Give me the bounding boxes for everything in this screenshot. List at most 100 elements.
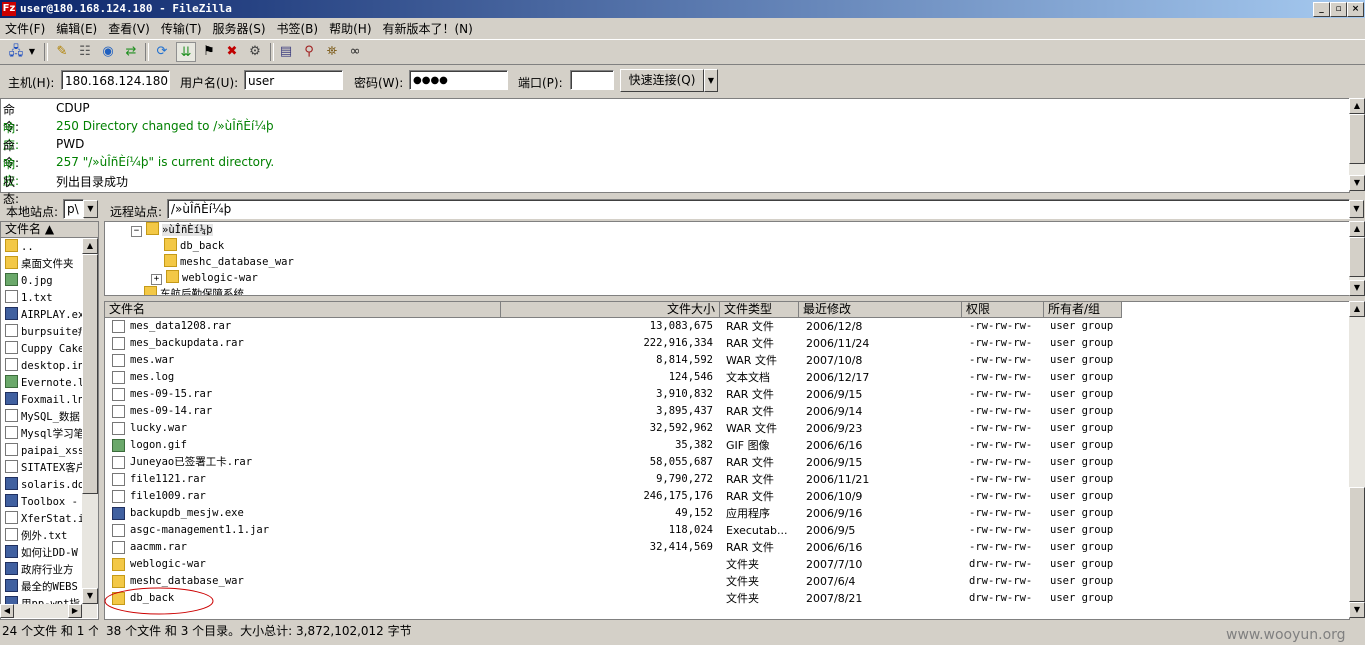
remote-file-row[interactable]: mes_data1208.rar 13,083,675 RAR 文件 2006/12/… [106, 318, 1348, 335]
remote-col-header-4[interactable]: 权限 [962, 302, 1044, 318]
username-input[interactable]: user [244, 70, 343, 90]
local-list-item[interactable]: 桌面文件夹 [5, 256, 74, 273]
close-button[interactable]: × [1347, 2, 1364, 17]
local-list-item[interactable]: AIRPLAY.exe [5, 307, 91, 324]
tree-expander-icon[interactable] [151, 240, 160, 249]
scroll-down-icon[interactable]: ▼ [82, 588, 98, 604]
tree-expander-icon[interactable]: − [131, 226, 142, 237]
local-col-name-header[interactable]: 文件名 ▲ [1, 222, 99, 238]
scroll-up-icon[interactable]: ▲ [1349, 98, 1365, 114]
remote-col-header-5[interactable]: 所有者/组 [1044, 302, 1122, 318]
remote-file-row[interactable]: backupdb_mesjw.exe 49,152 应用程序 2006/9/16 -rw… [106, 505, 1348, 522]
remote-file-row[interactable]: lucky.war 32,592,962 WAR 文件 2006/9/23 -rw-rw… [106, 420, 1348, 437]
host-input[interactable]: 180.168.124.180 [61, 70, 170, 90]
tree-node[interactable]: meshc_database_war [151, 254, 294, 271]
remote-col-header-2[interactable]: 文件类型 [720, 302, 799, 318]
remote-file-row[interactable]: mes.log 124,546 文本文档 2006/12/17 -rw-rw-rw-us… [106, 369, 1348, 386]
toggle-log-icon[interactable]: ✎ [52, 42, 72, 62]
remote-file-row[interactable]: mes-09-14.rar 3,895,437 RAR 文件 2006/9/14 -rw… [106, 403, 1348, 420]
site-manager-icon[interactable]: 🖧 [6, 42, 26, 62]
local-list-item[interactable]: .. [5, 239, 34, 256]
local-list-item[interactable]: solaris.do [5, 477, 84, 494]
remote-file-row[interactable]: aacmm.rar 32,414,569 RAR 文件 2006/6/16 -rw-rw… [106, 539, 1348, 556]
reconnect-icon[interactable]: ⚙ [245, 42, 265, 62]
local-hscrollbar[interactable]: ◀ ▶ [0, 604, 97, 618]
refresh-icon[interactable]: ⟳ [152, 42, 172, 62]
quickconnect-dropdown-icon[interactable]: ▼ [704, 69, 718, 92]
remote-file-row[interactable]: mes.war 8,814,592 WAR 文件 2007/10/8 -rw-rw-rw… [106, 352, 1348, 369]
sync-browse-icon[interactable]: ⚲ [299, 42, 319, 62]
menu-item-4[interactable]: 服务器(S) [208, 18, 272, 37]
local-path-input[interactable]: p\ [63, 199, 84, 219]
scroll-thumb[interactable] [1349, 237, 1365, 277]
menu-item-6[interactable]: 帮助(H) [324, 18, 377, 37]
scroll-left-icon[interactable]: ◀ [0, 604, 14, 618]
local-list-item[interactable]: SITATEX客户 [5, 460, 86, 477]
local-list-item[interactable]: Foxmail.lnk [5, 392, 91, 409]
tree-node[interactable]: db_back [151, 238, 224, 255]
local-list-item[interactable]: paipai_xss [5, 443, 84, 460]
scroll-thumb[interactable] [82, 254, 98, 494]
remote-file-row[interactable]: mes_backupdata.rar 222,916,334 RAR 文件 2006/… [106, 335, 1348, 352]
local-list-item[interactable]: 最全的WEBS [5, 579, 78, 596]
remote-file-row[interactable]: weblogic-war 文件夹 2007/7/10 drw-rw-rw-user g… [106, 556, 1348, 573]
local-list-item[interactable]: 政府行业方 [5, 562, 74, 579]
menu-item-7[interactable]: 有新版本了！(N) [378, 18, 479, 37]
remote-file-row[interactable]: Juneyao已签署工卡.rar 58,055,687 RAR 文件 2006/9/1… [106, 454, 1348, 471]
remote-col-header-0[interactable]: 文件名 [105, 302, 501, 318]
scroll-thumb[interactable] [1349, 114, 1365, 164]
menu-item-2[interactable]: 查看(V) [103, 18, 156, 37]
process-queue-icon[interactable]: ⇊ [176, 42, 196, 62]
toggle-remote-tree-icon[interactable]: ◉ [98, 42, 118, 62]
tree-expander-icon[interactable]: + [151, 274, 162, 285]
remote-file-row[interactable]: file1009.rar 246,175,176 RAR 文件 2006/10/9 -r… [106, 488, 1348, 505]
local-list-item[interactable]: XferStat.i [5, 511, 84, 528]
restore-button[interactable]: ▫ [1330, 2, 1347, 17]
scroll-thumb[interactable] [1349, 487, 1365, 602]
quickconnect-button[interactable]: 快速连接(Q) [620, 69, 704, 92]
minimize-button[interactable]: _ [1313, 2, 1330, 17]
local-list-item[interactable]: 如何让DD-W [5, 545, 78, 562]
remote-scrollbar[interactable]: ▲ ▼ [1349, 301, 1365, 618]
scroll-down-icon[interactable]: ▼ [1349, 175, 1365, 191]
remote-path-input[interactable]: /»ùÎñÈí¼þ [167, 199, 1350, 219]
tree-node[interactable]: 东航后勤保障系统 [131, 286, 244, 295]
tree-expander-icon[interactable] [131, 288, 140, 295]
tree-node[interactable]: − »ùÎñÈí¼þ [131, 222, 213, 239]
local-list-item[interactable]: desktop.ini [5, 358, 91, 375]
local-list-item[interactable]: 1.txt [5, 290, 53, 307]
remote-file-row[interactable]: logon.gif 35,382 GIF 图像 2006/6/16 -rw-rw-rw-… [106, 437, 1348, 454]
local-path-dropdown-icon[interactable]: ▼ [83, 200, 98, 218]
local-scrollbar[interactable]: ▲ ▼ [82, 238, 98, 604]
menu-item-1[interactable]: 编辑(E) [51, 18, 103, 37]
remote-col-header-3[interactable]: 最近修改 [799, 302, 962, 318]
toggle-queue-icon[interactable]: ⇄ [121, 42, 141, 62]
menu-item-0[interactable]: 文件(F) [0, 18, 51, 37]
remote-file-row[interactable]: asgc-management1.1.jar 118,024 Executab...… [106, 522, 1348, 539]
binoculars-icon[interactable]: ∞ [345, 42, 365, 62]
disconnect-icon[interactable]: ✖ [222, 42, 242, 62]
scroll-right-icon[interactable]: ▶ [68, 604, 82, 618]
remote-col-header-1[interactable]: 文件大小 [501, 302, 720, 318]
remote-file-row[interactable]: file1121.rar 9,790,272 RAR 文件 2006/11/21 -rw… [106, 471, 1348, 488]
local-list-item[interactable]: 例外.txt [5, 528, 67, 545]
remote-path-dropdown-icon[interactable]: ▼ [1349, 200, 1364, 218]
remote-file-row[interactable]: meshc_database_war 文件夹 2007/6/4 drw-rw-rw-u… [106, 573, 1348, 590]
tree-node[interactable]: + weblogic-war [151, 270, 258, 287]
port-input[interactable] [570, 70, 614, 90]
search-icon[interactable]: ⛯ [322, 42, 342, 62]
scroll-up-icon[interactable]: ▲ [1349, 301, 1365, 317]
cancel-icon[interactable]: ⚑ [199, 42, 219, 62]
local-list-item[interactable]: 0.jpg [5, 273, 53, 290]
toggle-local-tree-icon[interactable]: ☷ [75, 42, 95, 62]
menu-item-5[interactable]: 书签(B) [272, 18, 325, 37]
local-list-item[interactable]: MySQL_数据 [5, 409, 80, 426]
local-list-item[interactable]: Mysql学习笔 [5, 426, 84, 443]
local-list-item[interactable]: Toolbox - [5, 494, 78, 511]
remote-file-row[interactable]: mes-09-15.rar 3,910,832 RAR 文件 2006/9/15 -rw… [106, 386, 1348, 403]
scroll-up-icon[interactable]: ▲ [82, 238, 98, 254]
local-list-item[interactable]: Cuppy Cake [5, 341, 84, 358]
scroll-down-icon[interactable]: ▼ [1349, 280, 1365, 296]
log-scrollbar[interactable]: ▲ ▼ [1349, 98, 1365, 191]
remote-file-row[interactable]: db_back 文件夹 2007/8/21 drw-rw-rw-user group [106, 590, 1348, 607]
